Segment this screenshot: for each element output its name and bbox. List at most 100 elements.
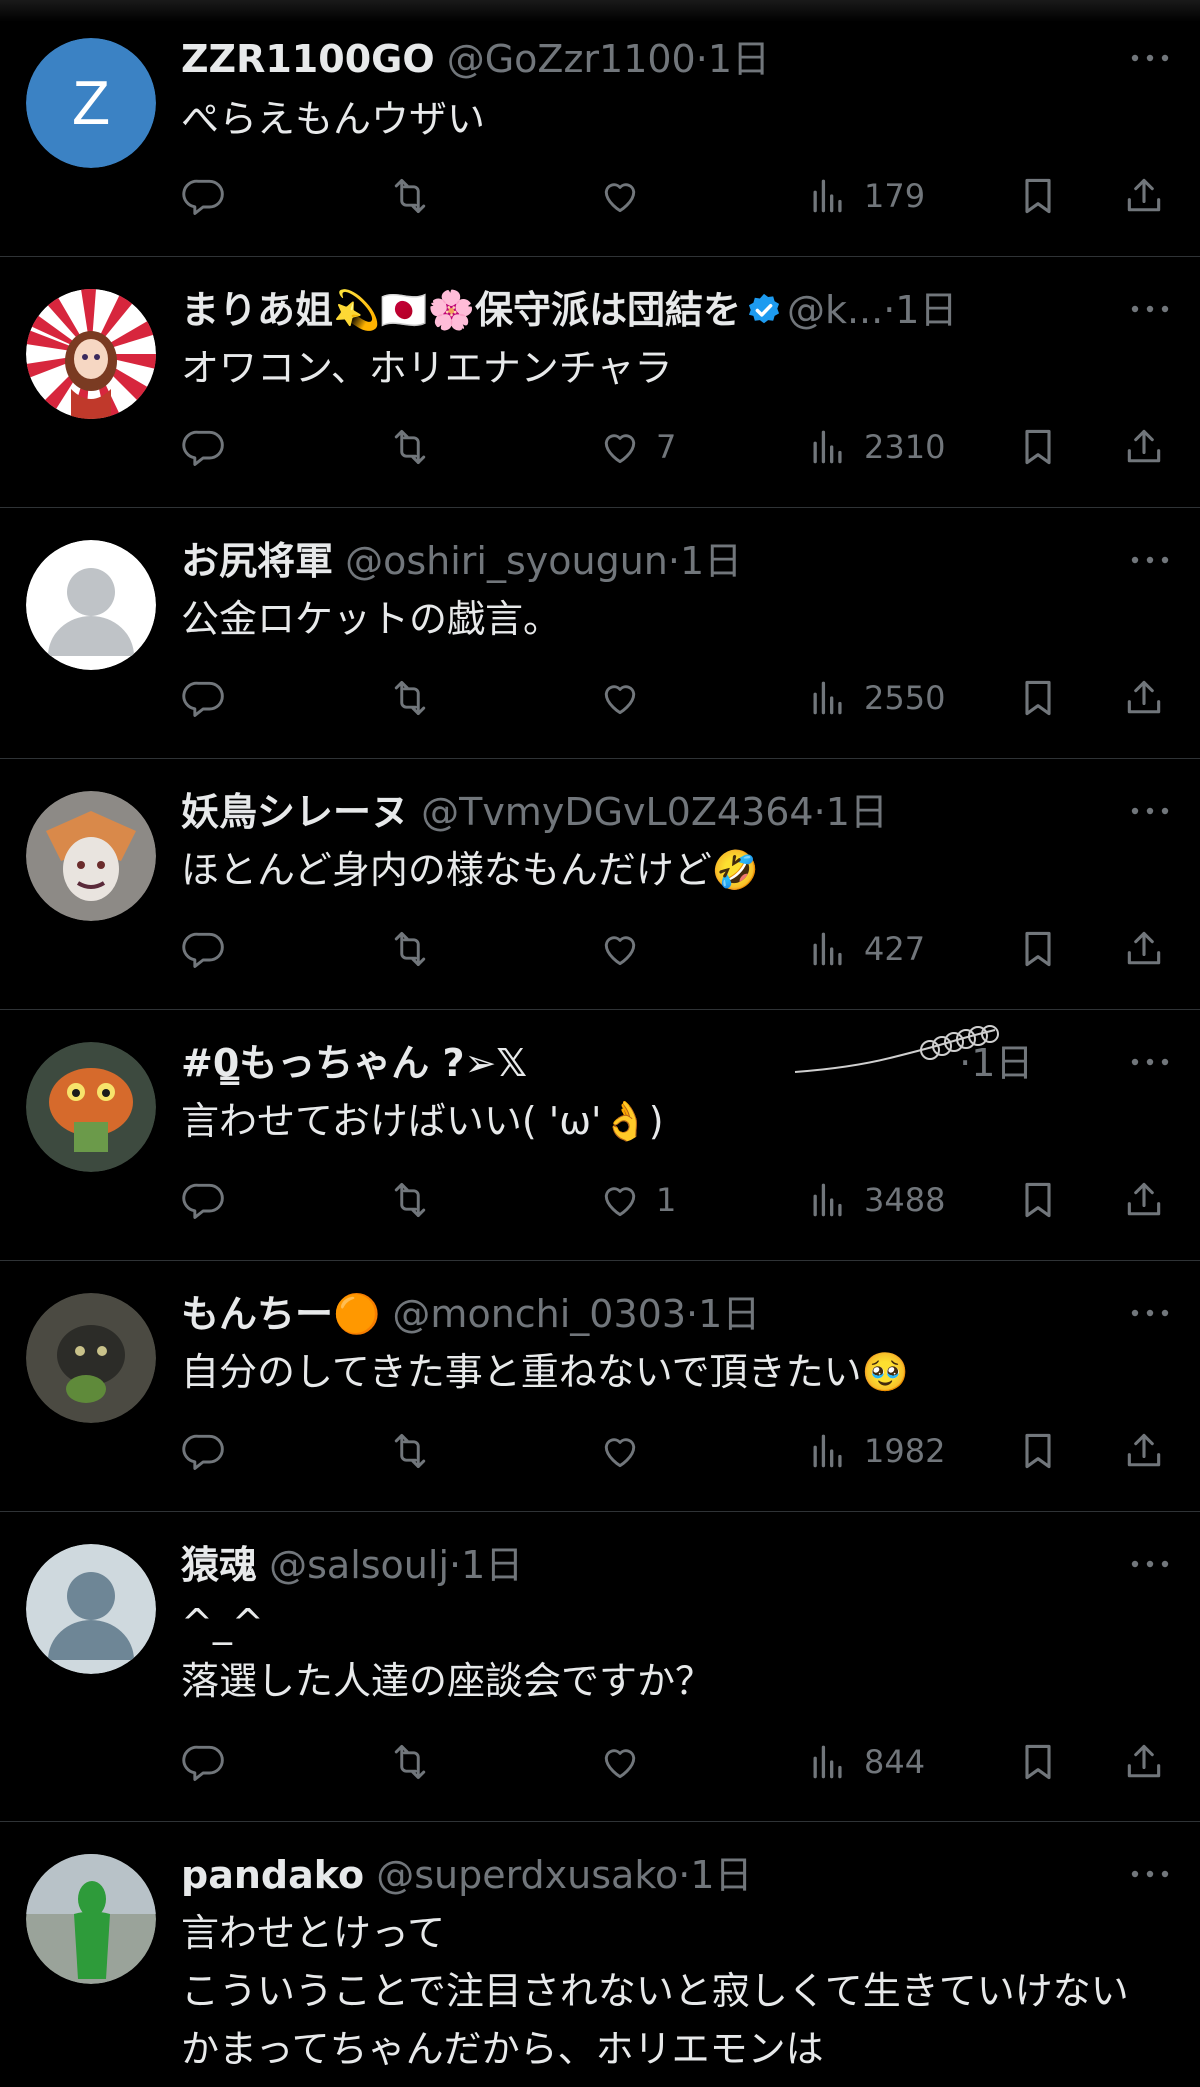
bookmark-button[interactable] xyxy=(1016,417,1060,477)
avatar[interactable] xyxy=(26,289,156,419)
like-button[interactable] xyxy=(598,166,656,226)
retweet-button[interactable] xyxy=(388,919,432,979)
reply-button[interactable] xyxy=(182,1732,226,1792)
bookmark-button[interactable] xyxy=(1016,668,1060,728)
reply-button[interactable] xyxy=(182,1421,226,1481)
bookmark-button[interactable] xyxy=(1016,1421,1060,1481)
retweet-button[interactable] xyxy=(388,1732,432,1792)
tweet[interactable]: まりあ姐💫🇯🇵🌸保守派は団結を @k...·1日 オワコン、ホリエナンチャラ 7 … xyxy=(0,257,1200,508)
reply-button[interactable] xyxy=(182,1170,226,1230)
user-handle[interactable]: @superdxusako xyxy=(376,1853,678,1897)
separator-dot: · xyxy=(883,288,896,332)
user-handle[interactable]: @GoZzr1100 xyxy=(447,37,696,81)
user-handle[interactable]: @monchi_0303 xyxy=(392,1292,686,1336)
timestamp[interactable]: 1日 xyxy=(680,539,742,583)
bookmark-button[interactable] xyxy=(1016,1732,1060,1792)
tweet[interactable]: 妖鳥シレーヌ @TvmyDGvL0Z4364·1日 ほとんど身内の様なもんだけど… xyxy=(0,759,1200,1010)
share-button[interactable] xyxy=(1122,417,1166,477)
more-icon[interactable] xyxy=(1128,44,1172,72)
more-icon[interactable] xyxy=(1128,797,1172,825)
tweet-header: まりあ姐💫🇯🇵🌸保守派は団結を @k...·1日 xyxy=(181,283,1111,337)
like-button[interactable] xyxy=(598,919,656,979)
like-button[interactable] xyxy=(598,668,656,728)
timestamp[interactable]: 1日 xyxy=(698,1292,760,1336)
views-button[interactable]: 1982 xyxy=(806,1421,945,1481)
display-name[interactable]: ZZR1100GO xyxy=(181,37,435,81)
timestamp[interactable]: 1日 xyxy=(826,790,888,834)
tweet[interactable]: お尻将軍 @oshiri_syougun·1日 公金ロケットの戯言。 2550 xyxy=(0,508,1200,759)
tweet-header: もんちー🟠 @monchi_0303·1日 xyxy=(181,1287,1111,1341)
views-button[interactable]: 844 xyxy=(806,1732,925,1792)
display-name[interactable]: #0̳もっちゃん ?➢𝕏 xyxy=(181,1041,527,1085)
avatar[interactable] xyxy=(26,1293,156,1423)
reply-icon xyxy=(182,1745,224,1781)
avatar[interactable]: Z xyxy=(26,38,156,168)
bookmark-button[interactable] xyxy=(1016,919,1060,979)
avatar[interactable] xyxy=(26,1854,156,1984)
views-button[interactable]: 427 xyxy=(806,919,925,979)
display-name[interactable]: 妖鳥シレーヌ xyxy=(181,790,409,834)
avatar[interactable] xyxy=(26,1544,156,1674)
share-button[interactable] xyxy=(1122,1732,1166,1792)
share-button[interactable] xyxy=(1122,1421,1166,1481)
more-icon[interactable] xyxy=(1128,1048,1172,1076)
like-button[interactable] xyxy=(598,1421,656,1481)
share-button[interactable] xyxy=(1122,919,1166,979)
timestamp[interactable]: 1日 xyxy=(708,37,770,81)
view-count: 2310 xyxy=(864,428,946,466)
display-name[interactable]: まりあ姐💫🇯🇵🌸保守派は団結を xyxy=(181,288,741,332)
more-icon[interactable] xyxy=(1128,295,1172,323)
retweet-button[interactable] xyxy=(388,1421,432,1481)
bookmark-button[interactable] xyxy=(1016,166,1060,226)
user-handle[interactable]: @TvmyDGvL0Z4364 xyxy=(421,790,814,834)
display-name[interactable]: お尻将軍 xyxy=(181,539,333,583)
views-button[interactable]: 2550 xyxy=(806,668,945,728)
like-button[interactable]: 7 xyxy=(598,417,676,477)
more-icon[interactable] xyxy=(1128,546,1172,574)
display-name[interactable]: もんちー🟠 xyxy=(181,1292,380,1336)
svg-text:Z: Z xyxy=(72,69,110,138)
bookmark-button[interactable] xyxy=(1016,1170,1060,1230)
timestamp[interactable]: 1日 xyxy=(690,1853,752,1897)
share-button[interactable] xyxy=(1122,1170,1166,1230)
tweet-text: 言わせとけって こういうことで注目されないと寂しくて生きていけないかまってちゃん… xyxy=(181,1911,1129,2071)
more-icon[interactable] xyxy=(1128,1299,1172,1327)
retweet-button[interactable] xyxy=(388,668,432,728)
avatar[interactable] xyxy=(26,540,156,670)
views-button[interactable]: 2310 xyxy=(806,417,945,477)
more-icon[interactable] xyxy=(1128,1550,1172,1578)
tweet[interactable]: Z ZZR1100GO @GoZzr1100·1日 ぺらえもんウザい 179 xyxy=(0,0,1200,257)
retweet-button[interactable] xyxy=(388,166,432,226)
tweet[interactable]: pandako @superdxusako·1日 言わせとけって こういうことで… xyxy=(0,1822,1200,2087)
reply-button[interactable] xyxy=(182,417,226,477)
timestamp[interactable]: 1日 xyxy=(461,1543,523,1587)
retweet-button[interactable] xyxy=(388,1170,432,1230)
action-bar: 7 2310 xyxy=(0,417,1200,477)
like-button[interactable]: 1 xyxy=(598,1170,676,1230)
timestamp[interactable]: 1日 xyxy=(895,288,957,332)
share-button[interactable] xyxy=(1122,166,1166,226)
separator-dot: · xyxy=(695,37,708,81)
tweet[interactable]: もんちー🟠 @monchi_0303·1日 自分のしてきた事と重ねないで頂きたい… xyxy=(0,1261,1200,1512)
reply-button[interactable] xyxy=(182,668,226,728)
display-name[interactable]: 猿魂 xyxy=(181,1543,257,1587)
tweet[interactable]: 猿魂 @salsoulj·1日 ^_^ 落選した人達の座談会ですか？ 844 xyxy=(0,1512,1200,1822)
user-handle[interactable]: @salsoulj xyxy=(269,1543,449,1587)
avatar[interactable] xyxy=(26,791,156,921)
avatar[interactable] xyxy=(26,1042,156,1172)
view-count: 2550 xyxy=(864,679,946,717)
views-button[interactable]: 179 xyxy=(806,166,925,226)
retweet-button[interactable] xyxy=(388,417,432,477)
reply-button[interactable] xyxy=(182,919,226,979)
like-count: 7 xyxy=(656,428,677,466)
like-icon xyxy=(604,1749,636,1779)
more-icon[interactable] xyxy=(1128,1860,1172,1888)
tweet[interactable]: #0̳もっちゃん ?➢𝕏 ·1日 言わせておけばいい( 'ω'👌) 1 3488 xyxy=(0,1010,1200,1261)
like-button[interactable] xyxy=(598,1732,656,1792)
views-button[interactable]: 3488 xyxy=(806,1170,945,1230)
reply-button[interactable] xyxy=(182,166,226,226)
display-name[interactable]: pandako xyxy=(181,1853,364,1897)
user-handle[interactable]: @k... xyxy=(787,288,883,332)
share-button[interactable] xyxy=(1122,668,1166,728)
user-handle[interactable]: @oshiri_syougun xyxy=(345,539,668,583)
